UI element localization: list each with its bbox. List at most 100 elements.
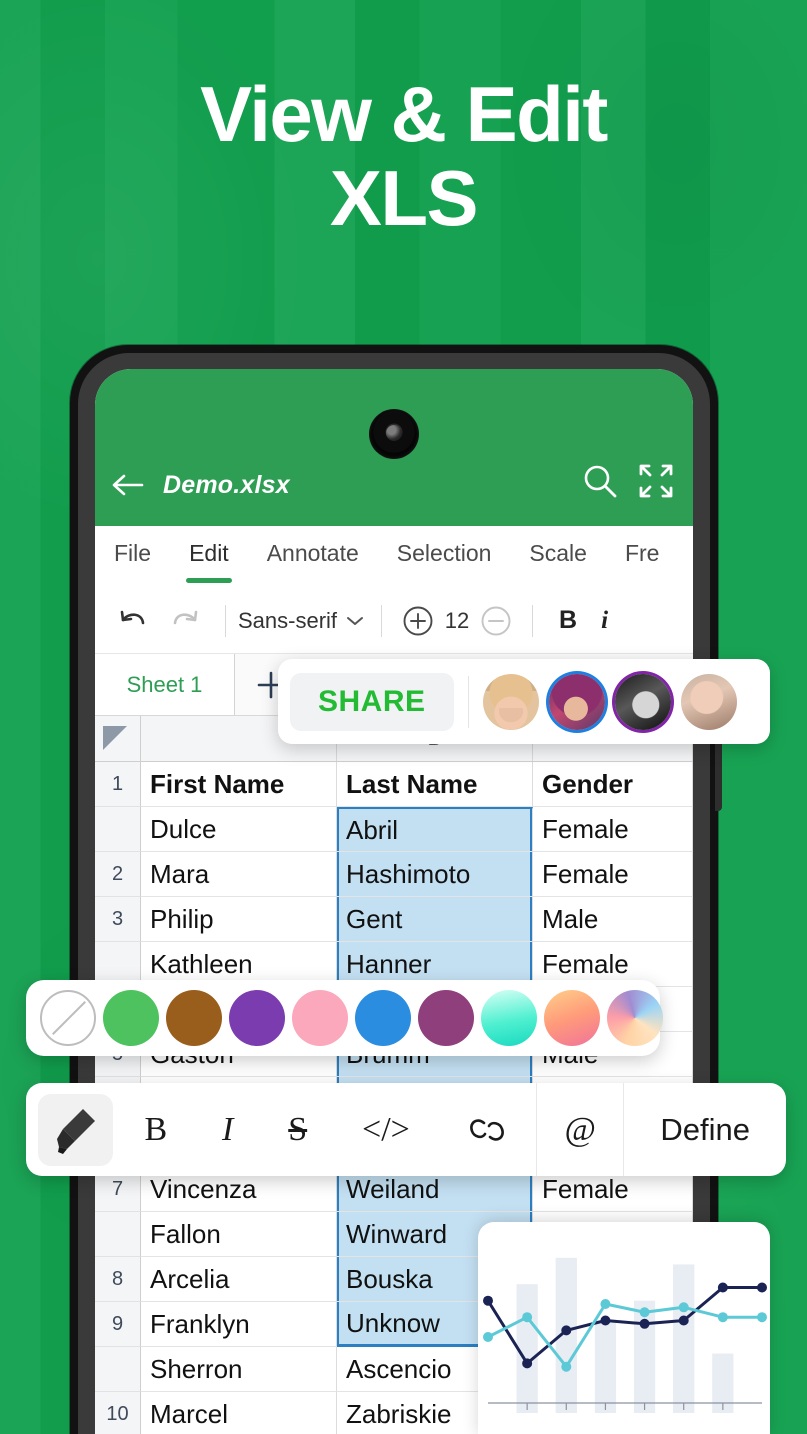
toolbar-divider (225, 604, 226, 637)
code-button[interactable]: </> (335, 1111, 438, 1149)
row-header[interactable] (95, 1212, 141, 1257)
blue-swatch[interactable] (355, 990, 411, 1046)
toolbar-divider-3 (532, 604, 534, 637)
row-header[interactable] (95, 1347, 141, 1392)
decrease-font-size-button[interactable] (480, 605, 512, 637)
brown-swatch[interactable] (166, 990, 222, 1046)
undo-icon[interactable] (115, 606, 149, 636)
chevron-down-icon (347, 616, 364, 625)
color-palette-card (26, 980, 663, 1056)
chart-point (600, 1299, 611, 1309)
cell-b[interactable]: Gent (337, 897, 533, 942)
highlighter-button[interactable] (38, 1093, 113, 1166)
pink-swatch[interactable] (292, 990, 348, 1046)
italic-toolbar-button[interactable]: i (601, 607, 608, 635)
select-all-corner[interactable] (95, 716, 141, 761)
table-row[interactable]: 3 Philip Gent Male (95, 897, 693, 942)
back-arrow-icon[interactable] (111, 470, 145, 500)
cell-b[interactable]: Hashimoto (337, 852, 533, 897)
share-divider (467, 675, 469, 728)
camera-punch-hole (369, 409, 419, 459)
headline-line-1: View & Edit (200, 70, 608, 158)
bold-button[interactable]: B (117, 1111, 195, 1149)
rainbow-gradient-swatch[interactable] (607, 990, 663, 1046)
font-family-select[interactable]: Sans-serif (238, 608, 369, 634)
highlighter-icon (56, 1108, 95, 1154)
cell-a[interactable]: First Name (141, 762, 337, 807)
mention-button[interactable]: @ (537, 1111, 623, 1149)
cell-c[interactable]: Female (533, 852, 693, 897)
promo-screenshot: View & Edit XLS Demo.xlsx File Edit Anno… (0, 0, 807, 1434)
row-header[interactable]: 3 (95, 897, 141, 942)
cell-a[interactable]: Franklyn (141, 1302, 337, 1347)
tab-freeze[interactable]: Fre (606, 540, 679, 567)
tab-scale[interactable]: Scale (510, 540, 606, 567)
cell-a[interactable]: Fallon (141, 1212, 337, 1257)
bold-toolbar-button[interactable]: B (559, 606, 577, 635)
font-size-value: 12 (444, 607, 470, 633)
fullscreen-icon[interactable] (637, 462, 675, 500)
chart-bar (516, 1284, 538, 1413)
chart-point (639, 1318, 650, 1329)
strike-button[interactable]: S (261, 1111, 335, 1149)
increase-font-size-button[interactable] (402, 605, 434, 637)
row-header[interactable] (95, 807, 141, 852)
headline-line-2: XLS (329, 154, 479, 243)
green-swatch[interactable] (103, 990, 159, 1046)
avatar-1[interactable] (482, 673, 539, 730)
cell-c[interactable]: Gender (533, 762, 693, 807)
font-family-label: Sans-serif (238, 607, 338, 633)
cell-a[interactable]: Dulce (141, 807, 337, 852)
table-row[interactable]: Dulce Abril Female (95, 807, 693, 852)
sunset-gradient-swatch[interactable] (544, 990, 600, 1046)
avatar-4[interactable] (680, 673, 737, 730)
purple-swatch[interactable] (229, 990, 285, 1046)
cell-a[interactable]: Sherron (141, 1347, 337, 1392)
row-header[interactable]: 10 (95, 1392, 141, 1434)
chart-bar (633, 1300, 656, 1413)
avatar-2[interactable] (548, 673, 605, 730)
row-header[interactable]: 8 (95, 1257, 141, 1302)
chart-card (478, 1222, 770, 1434)
cell-a[interactable]: Philip (141, 897, 337, 942)
table-row[interactable]: 2 Mara Hashimoto Female (95, 852, 693, 897)
cell-a[interactable]: Marcel (141, 1392, 337, 1434)
mini-line-chart (483, 1257, 767, 1413)
chart-point (600, 1315, 611, 1326)
chart-point (678, 1315, 689, 1326)
cell-c[interactable]: Male (533, 897, 693, 942)
no-color-swatch[interactable] (40, 990, 96, 1046)
cell-a[interactable]: Arcelia (141, 1257, 337, 1302)
cell-b[interactable]: Last Name (337, 762, 533, 807)
text-format-card: B I S </> @ Define (26, 1083, 786, 1176)
row-header[interactable]: 1 (95, 762, 141, 807)
chart-bar (594, 1320, 617, 1413)
sheet-tab-1[interactable]: Sheet 1 (95, 654, 235, 715)
chart-point (522, 1358, 533, 1369)
tab-edit[interactable]: Edit (170, 540, 248, 583)
row-header[interactable]: 9 (95, 1302, 141, 1347)
redo-icon[interactable] (169, 606, 203, 636)
chart-point (561, 1325, 572, 1336)
link-button[interactable] (437, 1113, 536, 1147)
ribbon-tabs: File Edit Annotate Selection Scale Fre (95, 526, 693, 588)
chart-bar (673, 1264, 695, 1413)
italic-button[interactable]: I (195, 1111, 261, 1149)
teal-gradient-swatch[interactable] (481, 990, 537, 1046)
tab-annotate[interactable]: Annotate (248, 540, 378, 567)
share-button[interactable]: SHARE (290, 672, 454, 731)
tab-selection[interactable]: Selection (378, 540, 511, 567)
cell-b[interactable]: Abril (337, 807, 533, 852)
toolbar-divider-2 (381, 604, 383, 637)
cell-c[interactable]: Female (533, 807, 693, 852)
row-header[interactable]: 2 (95, 852, 141, 897)
define-button[interactable]: Define (624, 1112, 786, 1148)
tab-file[interactable]: File (95, 540, 170, 567)
chart-point (717, 1312, 728, 1323)
app-bar: Demo.xlsx (95, 369, 693, 526)
search-icon[interactable] (581, 462, 619, 500)
table-row[interactable]: 1 First Name Last Name Gender (95, 762, 693, 807)
avatar-3[interactable] (614, 673, 671, 730)
magenta-swatch[interactable] (418, 990, 474, 1046)
cell-a[interactable]: Mara (141, 852, 337, 897)
